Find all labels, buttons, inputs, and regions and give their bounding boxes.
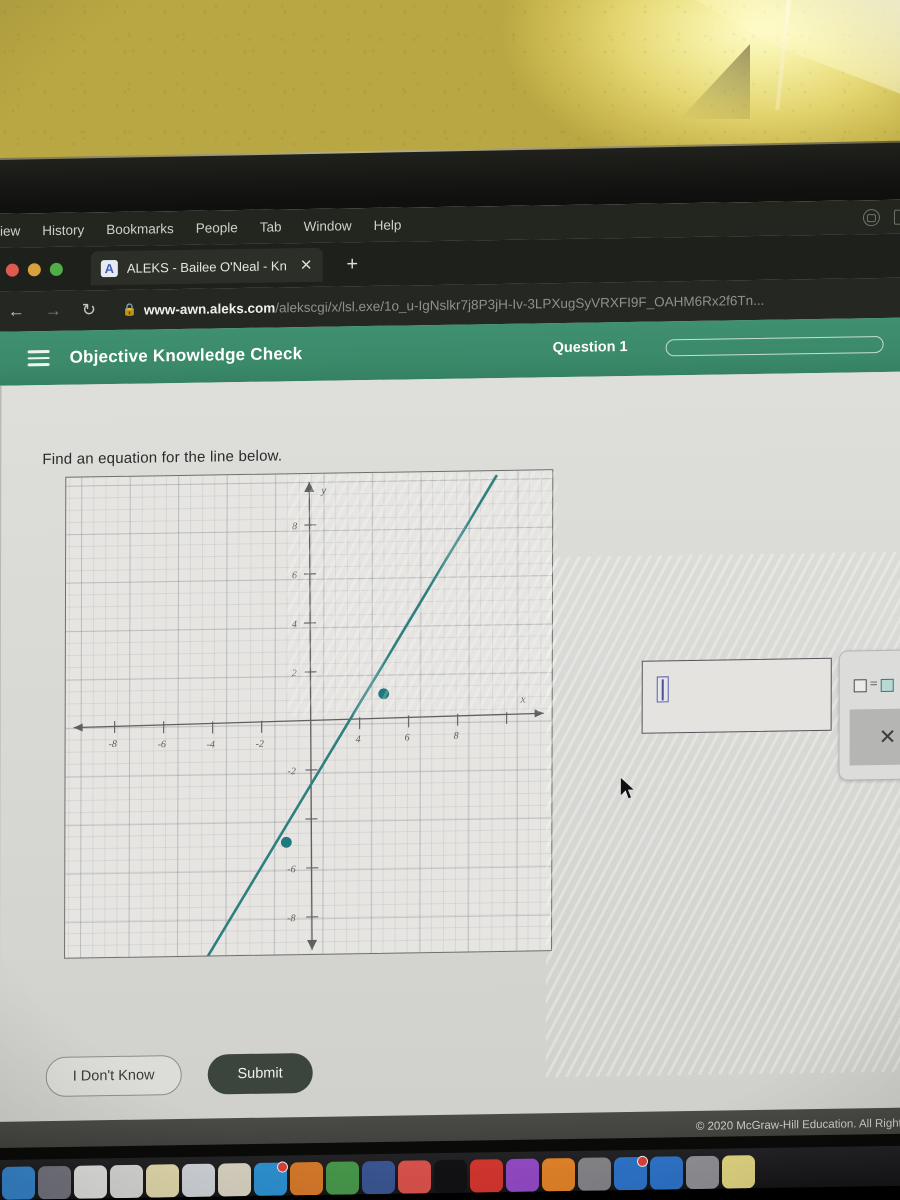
menu-item-view[interactable]: iew [0,223,20,238]
window-controls [5,262,63,277]
page-left-margin [0,385,2,1175]
ytick-label-8: 8 [292,521,297,532]
zoom-window-button[interactable] [49,262,63,276]
dock-item-news[interactable] [470,1159,503,1193]
new-tab-button[interactable]: + [346,253,358,276]
y-axis [304,481,318,950]
dock-item-settings[interactable] [578,1157,611,1191]
i-dont-know-button[interactable]: I Don't Know [45,1054,182,1098]
dock-item-photos[interactable] [218,1163,251,1197]
data-point--1--5 [280,836,292,848]
text-caret-icon [656,676,669,703]
y-axis-label: y [320,485,326,497]
dock-item-contacts[interactable] [74,1165,107,1199]
menu-item-tab[interactable]: Tab [260,219,282,234]
xtick-label--2: -2 [256,739,264,750]
laptop-screen: iew History Bookmarks People Tab Window … [0,199,900,1175]
url-host: www-awn.aleks.com [143,299,276,318]
dock-item-preview[interactable] [290,1161,323,1196]
dock-item-mail[interactable] [650,1156,683,1190]
creative-cloud-icon[interactable] [862,208,880,226]
url-path: /alekscgi/x/lsl.exe/1o_u-IgNslkr7j8P3jH-… [275,292,765,315]
xtick-label--4: -4 [207,739,215,750]
progress-bar [665,335,884,357]
equals-sign: = [869,677,878,693]
close-window-button[interactable] [5,263,19,277]
graph-svg: -8 -6 -4 -2 4 6 8 8 6 4 2 -2 -6 -8 x y [73,474,544,959]
menu-item-window[interactable]: Window [304,218,352,234]
ytick-label--6: -6 [287,864,295,875]
submit-button[interactable]: Submit [207,1052,313,1095]
dock-item-app-store[interactable] [614,1156,647,1191]
menu-item-help[interactable]: Help [374,217,402,232]
dock-item-siri[interactable] [38,1165,71,1200]
empty-box-right-icon [880,678,894,692]
dock-item-reminders[interactable] [182,1163,215,1198]
question-prompt: Find an equation for the line below. [42,447,283,469]
dock-item-trash[interactable] [686,1155,719,1190]
dock-item-notes[interactable] [146,1164,179,1198]
padlock-icon: 🔒 [121,302,137,317]
dock-item-itunes[interactable] [398,1160,431,1194]
ytick-label--2: -2 [288,766,296,777]
page-title: Objective Knowledge Check [69,344,303,367]
action-buttons: I Don't Know Submit [45,1052,313,1098]
browser-tab-title: ALEKS - Bailee O'Neal - Knowl [126,257,287,276]
coordinate-graph: -8 -6 -4 -2 4 6 8 8 6 4 2 -2 -6 -8 x y [64,469,554,959]
clear-button[interactable]: ✕ [849,708,900,766]
ytick-label--8: -8 [287,913,295,924]
xtick-label-4: 4 [356,734,361,745]
mouse-cursor [620,776,636,800]
back-icon[interactable]: ← [8,301,25,321]
dock-item-stickies[interactable] [722,1155,755,1189]
question-page: Find an equation for the line below. -8 … [0,371,900,1175]
reload-icon[interactable]: ↻ [82,300,96,320]
dock-item-keynote[interactable] [362,1160,395,1195]
copyright-text: © 2020 McGraw-Hill Education. All Rights [695,1117,900,1133]
ytick-label-6: 6 [292,570,297,581]
dock-item-podcasts[interactable] [506,1158,539,1193]
screen-glare-right [545,551,900,1078]
menu-item-people[interactable]: People [196,220,238,236]
xtick-label--8: -8 [109,739,117,750]
x-axis [73,709,544,732]
dock-item-ibooks[interactable] [542,1157,575,1192]
equation-template-button[interactable]: = [853,677,894,694]
aleks-favicon: A [100,259,118,277]
browser-tab-aleks[interactable]: A ALEKS - Bailee O'Neal - Knowl ✕ [90,247,323,286]
ytick-label-2: 2 [292,668,297,679]
data-point-3-1 [378,688,390,700]
dock-item-books-stack[interactable] [326,1161,359,1195]
question-counter: Question 1 [552,338,628,357]
dock-item-calendar[interactable] [110,1164,143,1199]
xtick-label--6: -6 [158,739,166,750]
math-palette: = ✕ [838,648,900,781]
address-bar[interactable]: www-awn.aleks.com/alekscgi/x/lsl.exe/1o_… [144,292,765,317]
hamburger-menu-icon[interactable] [27,346,50,370]
xtick-label-8: 8 [454,731,459,742]
forward-icon[interactable]: → [45,301,62,321]
x-axis-label: x [520,694,526,706]
menu-item-bookmarks[interactable]: Bookmarks [106,221,174,237]
dock-item-messages[interactable] [254,1162,287,1197]
minimize-window-button[interactable] [27,262,41,276]
menu-item-history[interactable]: History [42,222,84,238]
dock-item-finder[interactable] [2,1166,35,1200]
menu-bar-status-area [862,200,900,235]
display-icon[interactable] [893,209,900,225]
dock-item-apple-tv[interactable] [434,1159,467,1194]
xtick-label-6: 6 [405,732,410,743]
ytick-label-4: 4 [292,619,297,630]
plotted-line [205,474,498,959]
empty-box-left-icon [853,678,867,692]
close-tab-icon[interactable]: ✕ [300,256,313,274]
answer-input[interactable] [641,657,832,734]
